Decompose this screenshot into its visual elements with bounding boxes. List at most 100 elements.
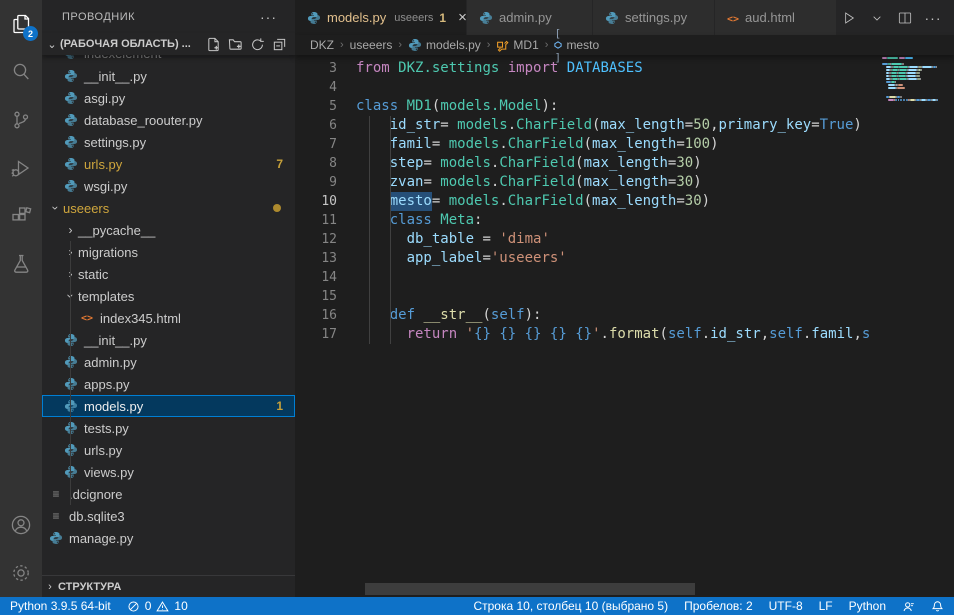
workspace-section-header[interactable]: ⌄ (РАБОЧАЯ ОБЛАСТЬ) ... xyxy=(42,33,295,55)
feedback-icon[interactable] xyxy=(902,600,915,613)
code-line-12[interactable]: 12 db_table = 'dima' xyxy=(295,230,879,249)
breadcrumb-item-md1[interactable]: MD1 xyxy=(496,38,538,52)
language-label: Python xyxy=(849,599,886,613)
activity-settings-gear[interactable] xyxy=(0,549,42,597)
tree-file-index345-html[interactable]: <>index345.html xyxy=(42,307,295,329)
code-line-4[interactable]: 4 xyxy=(295,78,879,97)
code-token: id_str xyxy=(390,116,441,135)
activity-source-control[interactable] xyxy=(0,96,42,144)
tree-file-db-sqlite3[interactable]: ≡db.sqlite3 xyxy=(42,505,295,527)
tree-item-label: db.sqlite3 xyxy=(69,509,125,524)
line-number: 10 xyxy=(295,192,356,211)
minimap[interactable] xyxy=(882,57,944,102)
status-encoding[interactable]: UTF-8 xyxy=(769,599,803,613)
tree-folder-static[interactable]: ›static xyxy=(42,263,295,285)
more-actions-icon[interactable]: ··· xyxy=(921,6,945,30)
code-token: ( xyxy=(660,325,668,344)
status-cursor-position[interactable]: Строка 10, столбец 10 (выбрано 5) xyxy=(473,599,668,613)
breadcrumb-item-mesto[interactable]: []mesto xyxy=(554,26,599,64)
tree-file-tests-py[interactable]: tests.py xyxy=(42,417,295,439)
code-token: , xyxy=(761,325,769,344)
tree-file-indexelement[interactable]: indexelement xyxy=(42,55,295,65)
code-line-14[interactable]: 14 xyxy=(295,268,879,287)
tree-file--init-py[interactable]: __init__.py xyxy=(42,329,295,351)
tree-folder-useeers[interactable]: ›useeers xyxy=(42,197,295,219)
code-line-15[interactable]: 15 xyxy=(295,287,879,306)
interpreter-label: Python 3.9.5 64-bit xyxy=(10,599,111,613)
tab-models-py[interactable]: models.pyuseeers1× xyxy=(295,0,467,35)
code-line-16[interactable]: 16 def __str__(self): xyxy=(295,306,879,325)
run-icon[interactable] xyxy=(837,6,861,30)
code-lines[interactable]: 3from DKZ.settings import DATABASES45cla… xyxy=(295,55,879,582)
code-line-8[interactable]: 8 step= models.CharField(max_length=30) xyxy=(295,154,879,173)
line-number: 8 xyxy=(295,154,356,173)
status-eol[interactable]: LF xyxy=(819,599,833,613)
tree-folder-templates[interactable]: ›templates xyxy=(42,285,295,307)
tree-file-admin-py[interactable]: admin.py xyxy=(42,351,295,373)
run-dropdown-icon[interactable] xyxy=(865,6,889,30)
python-icon xyxy=(63,135,79,149)
tree-file-urls-py[interactable]: urls.py7 xyxy=(42,153,295,175)
tree-file-manage-py[interactable]: manage.py xyxy=(42,527,295,549)
outline-section-header[interactable]: › СТРУКТУРА xyxy=(42,575,295,597)
code-token: primary_key xyxy=(719,116,812,135)
activity-run-debug[interactable] xyxy=(0,144,42,192)
new-file-icon[interactable] xyxy=(206,37,221,52)
tree-file--init-py[interactable]: __init__.py xyxy=(42,65,295,87)
tree-file-settings-py[interactable]: settings.py xyxy=(42,131,295,153)
tab-label: settings.py xyxy=(625,10,687,25)
tree-folder-migrations[interactable]: ›migrations xyxy=(42,241,295,263)
tree-file--dcignore[interactable]: ≡.dcignore xyxy=(42,483,295,505)
activity-account[interactable] xyxy=(0,501,42,549)
sidebar-more-actions-icon[interactable]: ··· xyxy=(260,9,277,25)
tab-label: aud.html xyxy=(745,10,795,25)
horizontal-scrollbar[interactable] xyxy=(365,583,695,595)
status-problems[interactable]: 0 10 xyxy=(127,599,188,613)
code-line-11[interactable]: 11 class Meta: xyxy=(295,211,879,230)
split-editor-icon[interactable] xyxy=(893,6,917,30)
status-language[interactable]: Python xyxy=(849,599,886,613)
tab-settings-py[interactable]: settings.py xyxy=(593,0,715,35)
status-indentation[interactable]: Пробелов: 2 xyxy=(684,599,753,613)
tree-file-models-py[interactable]: models.py1 xyxy=(42,395,295,417)
breadcrumb-item-dkz[interactable]: DKZ xyxy=(310,38,334,52)
tree-folder--pycache-[interactable]: ›__pycache__ xyxy=(42,219,295,241)
code-token: models xyxy=(449,135,500,154)
code-token xyxy=(356,173,390,192)
tree-file-urls-py[interactable]: urls.py xyxy=(42,439,295,461)
code-token: , xyxy=(853,325,861,344)
tree-item-label: .dcignore xyxy=(69,487,122,502)
editor-group: models.pyuseeers1×admin.pysettings.py<>a… xyxy=(295,0,954,597)
tree-file-views-py[interactable]: views.py xyxy=(42,461,295,483)
tab-aud-html[interactable]: <>aud.html xyxy=(715,0,837,35)
activity-explorer[interactable]: 2 xyxy=(0,0,42,48)
code-token: max_length xyxy=(592,135,676,154)
refresh-icon[interactable] xyxy=(250,37,265,52)
breadcrumb-item-models-py[interactable]: models.py xyxy=(408,38,481,52)
code-line-13[interactable]: 13 app_label='useeers' xyxy=(295,249,879,268)
code-line-10[interactable]: 10 mesto= models.CharField(max_length=30… xyxy=(295,192,879,211)
code-line-17[interactable]: 17 return '{} {} {} {} {}'.format(self.i… xyxy=(295,325,879,344)
notifications-bell-icon[interactable] xyxy=(931,600,944,613)
code-line-7[interactable]: 7 famil= models.CharField(max_length=100… xyxy=(295,135,879,154)
tree-file-wsgi-py[interactable]: wsgi.py xyxy=(42,175,295,197)
python-icon xyxy=(63,157,79,171)
breadcrumb-item-useeers[interactable]: useeers xyxy=(350,38,393,52)
code-line-9[interactable]: 9 zvan= models.CharField(max_length=30) xyxy=(295,173,879,192)
activity-testing[interactable] xyxy=(0,240,42,288)
tab-description: useeers xyxy=(394,12,433,24)
tree-file-apps-py[interactable]: apps.py xyxy=(42,373,295,395)
tree-file-asgi-py[interactable]: asgi.py xyxy=(42,87,295,109)
new-folder-icon[interactable] xyxy=(228,37,243,52)
activity-extensions[interactable] xyxy=(0,192,42,240)
status-python-interpreter[interactable]: Python 3.9.5 64-bit xyxy=(10,599,111,613)
tree-file-database-roouter-py[interactable]: database_roouter.py xyxy=(42,109,295,131)
code-line-5[interactable]: 5class MD1(models.Model): xyxy=(295,97,879,116)
close-icon[interactable]: × xyxy=(458,10,467,25)
code-token: max_length xyxy=(600,116,684,135)
collapse-all-icon[interactable] xyxy=(272,37,287,52)
outline-section-label: СТРУКТУРА xyxy=(58,581,121,593)
code-line-6[interactable]: 6 id_str= models.CharField(max_length=50… xyxy=(295,116,879,135)
code-token: ( xyxy=(575,173,583,192)
activity-search[interactable] xyxy=(0,48,42,96)
